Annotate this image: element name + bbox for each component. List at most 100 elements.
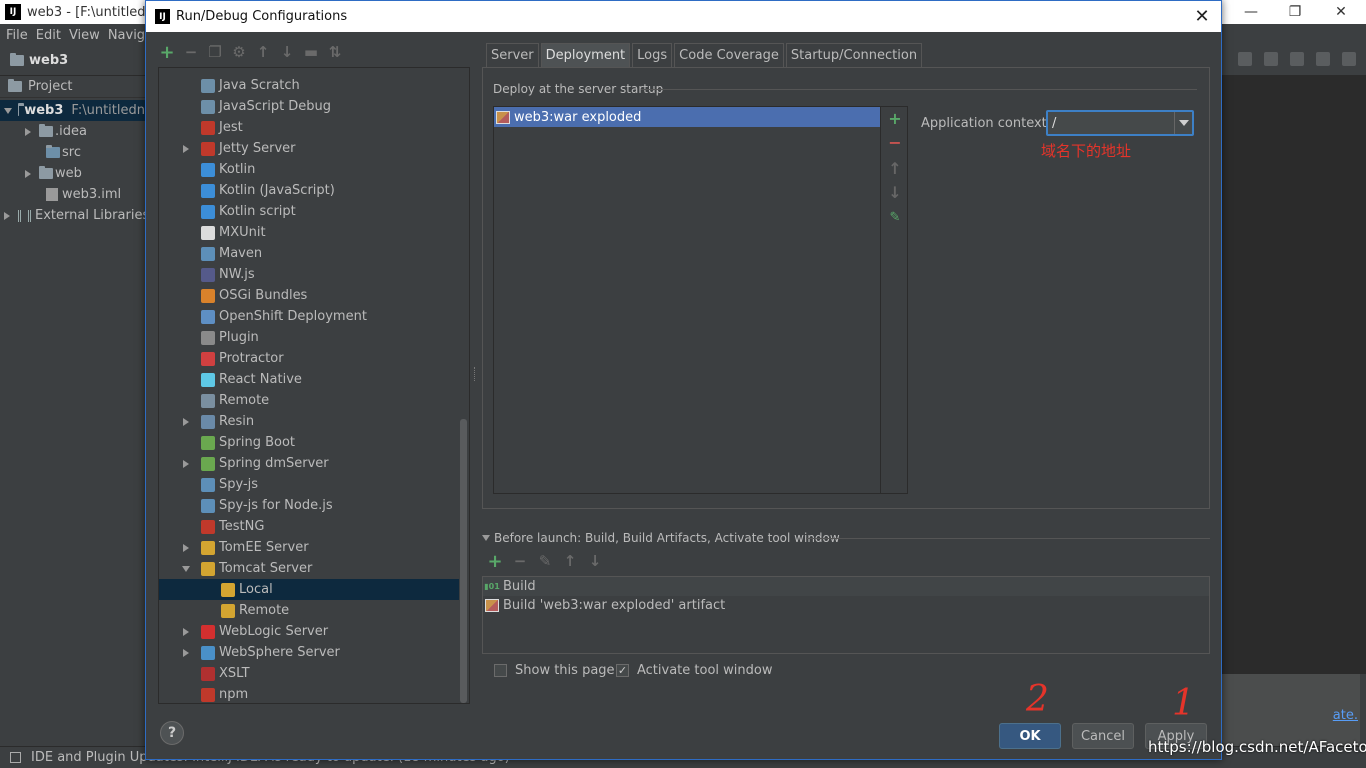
app-context-combobox[interactable]: / [1046, 110, 1194, 136]
add-task-icon[interactable]: + [487, 551, 502, 572]
sort-icon[interactable]: ⇅ [328, 43, 342, 61]
help-icon[interactable]: ? [160, 721, 184, 745]
config-tree-item[interactable]: Jetty Server [159, 138, 459, 159]
update-link[interactable]: ate. [1333, 708, 1358, 723]
minimize-icon[interactable]: — [1228, 0, 1274, 24]
config-tree-item[interactable]: JavaScript Debug [159, 96, 459, 117]
window-close-icon[interactable]: ✕ [1318, 0, 1364, 24]
menu-navigate[interactable]: Navig [108, 28, 145, 43]
tab-code-coverage[interactable]: Code Coverage [674, 43, 784, 67]
config-tree-item[interactable]: Java Scratch [159, 75, 459, 96]
config-tree-item[interactable]: TomEE Server [159, 537, 459, 558]
show-this-page-option[interactable]: Show this page [494, 663, 615, 678]
debug-icon[interactable] [1238, 52, 1252, 66]
config-tree-item[interactable]: Resin [159, 411, 459, 432]
breadcrumb[interactable]: web3 [10, 53, 68, 68]
before-launch-item[interactable]: Build 'web3:war exploded' artifact [483, 596, 1209, 615]
add-config-icon[interactable]: + [159, 42, 174, 63]
project-tree-item[interactable]: web3 F:\untitledn [0, 100, 145, 121]
config-tree-item[interactable]: Maven [159, 243, 459, 264]
project-tree-item[interactable]: External Libraries [0, 205, 149, 226]
config-tree-item[interactable]: WebLogic Server [159, 621, 459, 642]
deploy-list-item[interactable]: web3:war exploded [494, 107, 880, 127]
collapsed-arrow-icon[interactable] [183, 417, 189, 426]
config-tree-item[interactable]: Plugin [159, 327, 459, 348]
remove-config-icon[interactable]: − [184, 43, 198, 61]
config-tree-item[interactable]: XSLT [159, 663, 459, 684]
tab-server[interactable]: Server [486, 43, 539, 67]
config-tree-item[interactable]: Spy-js [159, 474, 459, 495]
tool-window-toggle-icon[interactable] [10, 752, 21, 763]
config-tree-item[interactable]: Remote [159, 600, 459, 621]
chevron-down-icon[interactable] [1174, 112, 1192, 134]
config-tree-item[interactable]: Kotlin [159, 159, 459, 180]
move-up-icon[interactable]: ↑ [256, 43, 270, 61]
collapsed-arrow-icon[interactable] [183, 144, 189, 153]
config-tree-item[interactable]: OSGi Bundles [159, 285, 459, 306]
config-tree-item[interactable]: Spring Boot [159, 432, 459, 453]
config-tree-item[interactable]: Kotlin (JavaScript) [159, 180, 459, 201]
ok-button[interactable]: OK [999, 723, 1061, 749]
tree-scrollbar[interactable] [460, 419, 467, 703]
project-structure-icon[interactable] [1316, 52, 1330, 66]
remove-task-icon[interactable]: − [513, 552, 527, 570]
project-tool-header[interactable]: Project [0, 76, 145, 98]
config-tree-item[interactable]: OpenShift Deployment [159, 306, 459, 327]
edit-task-icon[interactable]: ✎ [538, 552, 552, 570]
folder-icon[interactable]: ▬ [304, 43, 318, 61]
config-tree-item[interactable]: WebSphere Server [159, 642, 459, 663]
project-tree-item[interactable]: web3.iml [0, 184, 121, 205]
remove-icon[interactable]: − [888, 133, 902, 152]
config-tree-item[interactable]: Protractor [159, 348, 459, 369]
show-this-page-checkbox[interactable] [494, 664, 507, 677]
edit-pencil-icon[interactable]: ✎ [888, 210, 902, 225]
config-tree-item[interactable]: Local [159, 579, 459, 600]
config-tree-item[interactable]: Spy-js for Node.js [159, 495, 459, 516]
copy-config-icon[interactable]: ❐ [208, 43, 222, 61]
before-launch-title: Before launch: Build, Build Artifacts, A… [494, 531, 840, 545]
project-tree-item[interactable]: web [0, 163, 82, 184]
menu-view[interactable]: View [69, 28, 100, 43]
config-tree-item[interactable]: Spring dmServer [159, 453, 459, 474]
config-tree-item[interactable]: Remote [159, 390, 459, 411]
config-tree-item[interactable]: React Native [159, 369, 459, 390]
config-tree-item[interactable]: MXUnit [159, 222, 459, 243]
stop-icon[interactable] [1290, 52, 1304, 66]
tab-deployment[interactable]: Deployment [540, 43, 631, 67]
menu-edit[interactable]: Edit [36, 28, 61, 43]
config-tree-item[interactable]: Kotlin script [159, 201, 459, 222]
project-tree-item[interactable]: .idea [0, 121, 87, 142]
close-icon[interactable]: ✕ [1191, 5, 1213, 27]
move-down-icon[interactable]: ↓ [280, 43, 294, 61]
activate-tool-window-option[interactable]: ✓ Activate tool window [616, 663, 772, 678]
collapsed-arrow-icon[interactable] [183, 543, 189, 552]
collapsed-arrow-icon[interactable] [183, 648, 189, 657]
before-launch-item[interactable]: ▮01 Build [483, 577, 1209, 596]
coverage-icon[interactable] [1264, 52, 1278, 66]
app-context-value[interactable]: / [1048, 116, 1174, 131]
search-everywhere-icon[interactable] [1342, 52, 1356, 66]
config-tree-item[interactable]: Jest [159, 117, 459, 138]
config-tree-item[interactable]: TestNG [159, 516, 459, 537]
config-tree-item[interactable]: npm [159, 684, 459, 703]
add-icon[interactable]: + [888, 109, 902, 128]
config-tree-item[interactable]: Tomcat Server [159, 558, 459, 579]
move-up-icon[interactable]: ↑ [563, 552, 577, 570]
collapsed-arrow-icon[interactable] [183, 627, 189, 636]
cancel-button[interactable]: Cancel [1072, 723, 1134, 749]
collapsed-arrow-icon[interactable] [183, 459, 189, 468]
menu-file[interactable]: File [6, 28, 28, 43]
move-down-icon[interactable]: ↓ [888, 183, 902, 202]
restore-icon[interactable]: ❐ [1272, 0, 1318, 24]
tab-startup-connection[interactable]: Startup/Connection [785, 43, 923, 67]
activate-tool-window-checkbox[interactable]: ✓ [616, 664, 629, 677]
move-up-icon[interactable]: ↑ [888, 159, 902, 178]
tab-logs[interactable]: Logs [632, 43, 673, 67]
config-tree-item[interactable]: NW.js [159, 264, 459, 285]
move-down-icon[interactable]: ↓ [588, 552, 602, 570]
expanded-arrow-icon[interactable] [182, 565, 190, 572]
before-launch-header[interactable]: Before launch: Build, Build Artifacts, A… [482, 531, 840, 545]
splitter-handle[interactable] [474, 367, 476, 381]
project-tree-item[interactable]: src [0, 142, 81, 163]
edit-defaults-icon[interactable]: ⚙ [232, 43, 246, 61]
